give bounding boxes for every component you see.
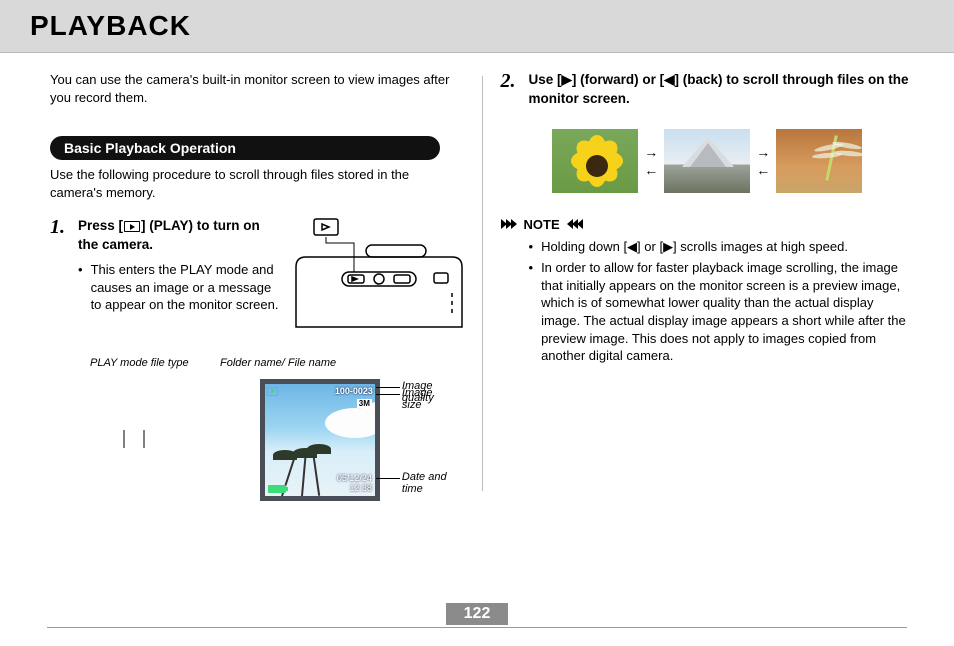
label-image-size: Image size <box>402 387 433 411</box>
play-icon <box>124 221 140 232</box>
chevron-right-icon <box>501 219 516 229</box>
play-mode-icon <box>267 387 278 396</box>
note-item: In order to allow for faster playback im… <box>529 259 915 364</box>
page-number: 122 <box>47 603 907 628</box>
label-date-time: Date and time <box>402 471 447 495</box>
folder-file-readout: 100-0023 <box>335 386 373 396</box>
note-label: NOTE <box>524 217 560 232</box>
label-folder-file-name: Folder name/ File name <box>220 357 390 369</box>
content: You can use the camera's built-in monito… <box>0 53 954 501</box>
left-column: You can use the camera's built-in monito… <box>30 71 482 501</box>
chevron-left-icon <box>568 219 583 229</box>
playback-screen: 100-0023 3M 05/12/24 12:38 <box>260 379 380 501</box>
bullet-text: This enters the PLAY mode and causes an … <box>91 261 284 314</box>
note-heading: NOTE <box>501 217 915 232</box>
image-size-readout: 3M <box>357 399 372 408</box>
title-bar: PLAYBACK <box>0 0 954 53</box>
note-item: Holding down [◀] or [▶] scrolls images a… <box>529 238 915 256</box>
thumb-dragonfly <box>776 129 862 193</box>
thumb-mountain <box>664 129 750 193</box>
page-number-value: 122 <box>446 603 509 625</box>
playback-screen-diagram: PLAY mode file type Folder name/ File na… <box>90 357 450 501</box>
scroll-thumbnails: →← →← <box>501 129 915 193</box>
section-heading: Basic Playback Operation <box>50 136 440 160</box>
intro-text: You can use the camera's built-in monito… <box>50 71 464 106</box>
label-play-mode-file-type: PLAY mode file type <box>90 357 220 369</box>
step-2: 2. Use [▶] (forward) or [◀] (back) to sc… <box>501 71 915 109</box>
section-desc: Use the following procedure to scroll th… <box>50 166 464 201</box>
battery-icon <box>268 485 286 493</box>
step-1: 1. Press [] (PLAY) to turn on the camera… <box>50 217 464 337</box>
right-column: 2. Use [▶] (forward) or [◀] (back) to sc… <box>483 71 925 501</box>
thumb-flower <box>552 129 638 193</box>
note-text: In order to allow for faster playback im… <box>541 259 914 364</box>
step-title: Use [▶] (forward) or [◀] (back) to scrol… <box>529 71 915 109</box>
note-list: Holding down [◀] or [▶] scrolls images a… <box>501 238 915 365</box>
arrow-icons: →← <box>644 145 658 177</box>
note-text: Holding down [◀] or [▶] scrolls images a… <box>541 238 848 256</box>
step-bullet: This enters the PLAY mode and causes an … <box>78 261 284 314</box>
step-number: 1. <box>50 217 70 237</box>
step-number: 2. <box>501 71 521 91</box>
date-time-readout: 05/12/24 12:38 <box>337 474 372 494</box>
step-title: Press [] (PLAY) to turn on the camera. <box>78 217 284 255</box>
arrow-icons: →← <box>756 145 770 177</box>
camera-top-diagram <box>294 217 464 337</box>
page-title: PLAYBACK <box>30 10 924 42</box>
step-title-before: Press [ <box>78 218 123 233</box>
time-readout: 12:38 <box>337 484 372 494</box>
